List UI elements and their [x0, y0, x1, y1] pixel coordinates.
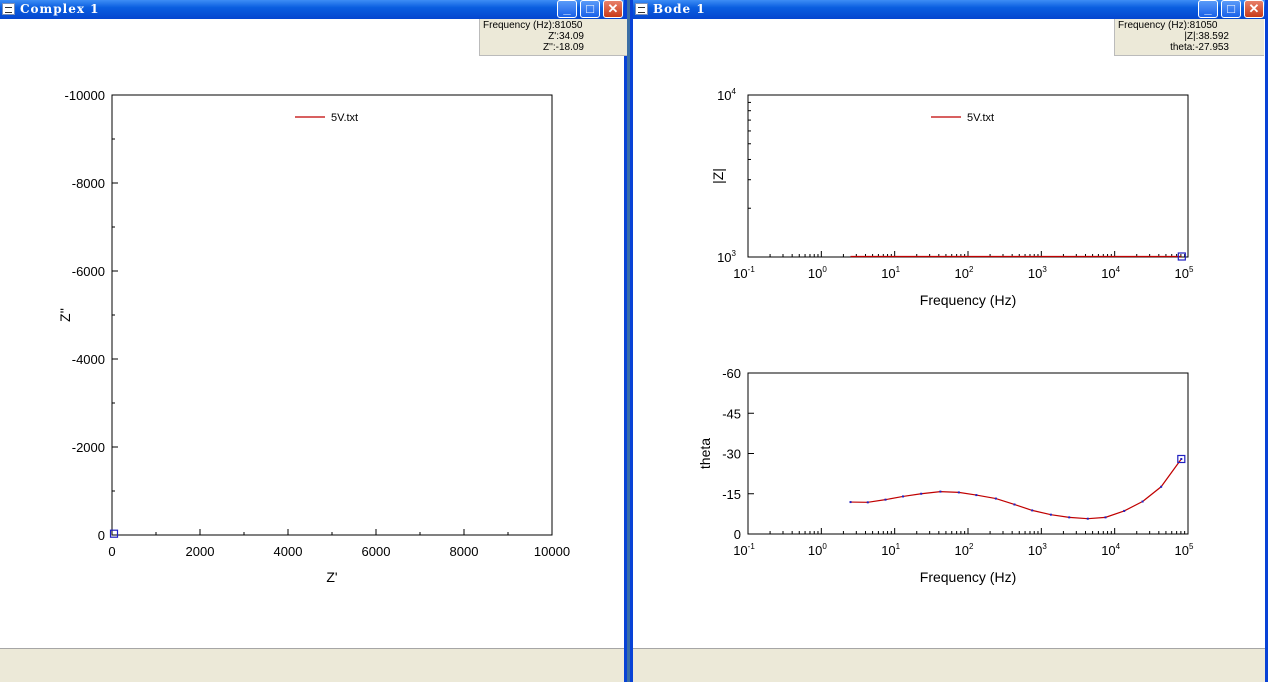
- x-tick-label: 10-1: [733, 542, 755, 558]
- phase-data-point: [994, 497, 997, 500]
- y-tick-label: 0: [98, 528, 105, 543]
- y-tick-label: -15: [722, 487, 741, 502]
- y-tick-label: -45: [722, 406, 741, 421]
- x-tick-label: 105: [1175, 265, 1194, 281]
- phase-data-point: [1013, 503, 1016, 506]
- nyquist-chart: 0 2000 4000 6000 8000 10000 -10000 -8000 -6000 -4…: [57, 88, 570, 585]
- phase-plot-frame: [747, 372, 1189, 535]
- bode-minimize-button[interactable]: _: [1198, 0, 1218, 18]
- readout-frequency: Frequency (Hz):81050: [483, 20, 583, 31]
- y-tick-label: 104: [717, 87, 736, 103]
- x-axis-label: Frequency (Hz): [920, 292, 1016, 308]
- complex-close-button[interactable]: ✕: [603, 0, 623, 18]
- phase-data-point: [1031, 509, 1034, 512]
- phase-data-point: [1160, 485, 1163, 488]
- bode-window: Bode 1 _ □ ✕ Frequency (Hz):81050 |Z|:38…: [630, 0, 1268, 682]
- complex-maximize-button[interactable]: □: [580, 0, 600, 18]
- phase-data-point: [1123, 509, 1126, 512]
- complex-window-title: Complex 1: [20, 2, 100, 16]
- close-icon: ✕: [607, 1, 619, 16]
- readout-frequency: Frequency (Hz):81050: [1118, 20, 1218, 31]
- bode-maximize-button[interactable]: □: [1221, 0, 1241, 18]
- phase-data-point: [920, 492, 923, 495]
- x-tick-label: 10000: [534, 544, 570, 559]
- x-tick-label: 103: [1028, 265, 1047, 281]
- x-tick-label: 104: [1101, 542, 1120, 558]
- phase-data-point: [1180, 457, 1183, 460]
- legend-label: 5V.txt: [967, 112, 994, 124]
- x-tick-label: 4000: [274, 544, 303, 559]
- x-tick-label: 103: [1028, 542, 1047, 558]
- x-tick-label: 10-1: [733, 265, 755, 281]
- x-tick-label: 2000: [186, 544, 215, 559]
- x-tick-label: 104: [1101, 265, 1120, 281]
- bode-close-button[interactable]: ✕: [1244, 0, 1264, 18]
- phase-data-point: [1086, 517, 1089, 520]
- complex-minimize-button[interactable]: _: [557, 0, 577, 18]
- phase-series-line: [850, 458, 1182, 520]
- y-tick-label: 0: [734, 527, 741, 542]
- y-tick-label: -10000: [65, 88, 105, 103]
- y-tick-label: -6000: [72, 264, 105, 279]
- y-axis-label: theta: [697, 438, 713, 469]
- phase-data-point: [866, 501, 869, 504]
- nyquist-plot-frame: [111, 94, 553, 536]
- phase-data-point: [902, 495, 905, 498]
- phase-data-point: [957, 491, 960, 494]
- x-axis-label: Z': [326, 569, 337, 585]
- x-tick-label: 102: [955, 265, 974, 281]
- complex-window: Complex 1 _ □ ✕ Frequency (Hz):81050 Z':…: [0, 0, 627, 682]
- complex-statusbar: [0, 648, 624, 682]
- maximize-icon: □: [586, 1, 594, 16]
- x-axis-label: Frequency (Hz): [920, 569, 1016, 585]
- y-axis-label: Z'': [57, 308, 73, 322]
- bode-titlebar[interactable]: Bode 1 _ □ ✕: [633, 0, 1265, 19]
- x-tick-label: 105: [1175, 542, 1194, 558]
- x-tick-label: 100: [808, 265, 827, 281]
- phase-data-point: [975, 494, 978, 497]
- x-tick-label: 100: [808, 542, 827, 558]
- y-tick-label: -30: [722, 447, 741, 462]
- window-menu-icon[interactable]: [635, 3, 648, 15]
- x-tick-label: 101: [881, 265, 900, 281]
- x-tick-label: 101: [881, 542, 900, 558]
- close-icon: ✕: [1248, 1, 1260, 16]
- phase-data-point: [939, 490, 942, 493]
- minimize-icon: _: [1204, 1, 1212, 16]
- y-tick-label: -2000: [72, 440, 105, 455]
- x-tick-label: 102: [955, 542, 974, 558]
- y-tick-label: -4000: [72, 352, 105, 367]
- bode-charts: 10-1 100 101 102 103 104 105Frequency (Hz)1031…: [697, 87, 1194, 585]
- phase-data-point: [1104, 516, 1107, 519]
- x-tick-label: 0: [108, 544, 115, 559]
- phase-data-point: [1049, 513, 1052, 516]
- phase-data-point: [849, 501, 852, 504]
- bode-statusbar: [633, 648, 1265, 682]
- legend-label: 5V.txt: [331, 112, 358, 124]
- bode-window-title: Bode 1: [653, 2, 706, 16]
- y-axis-label: |Z|: [710, 168, 726, 184]
- window-menu-icon[interactable]: [2, 3, 15, 15]
- x-tick-label: 8000: [450, 544, 479, 559]
- minimize-icon: _: [563, 1, 571, 16]
- phase-data-point: [1141, 500, 1144, 503]
- y-tick-label: -60: [722, 366, 741, 381]
- phase-data-point: [1068, 516, 1071, 519]
- phase-data-point: [884, 498, 887, 501]
- maximize-icon: □: [1227, 1, 1235, 16]
- complex-titlebar[interactable]: Complex 1 _ □ ✕: [0, 0, 624, 19]
- y-tick-label: 103: [717, 249, 736, 265]
- y-tick-label: -8000: [72, 176, 105, 191]
- x-tick-label: 6000: [362, 544, 391, 559]
